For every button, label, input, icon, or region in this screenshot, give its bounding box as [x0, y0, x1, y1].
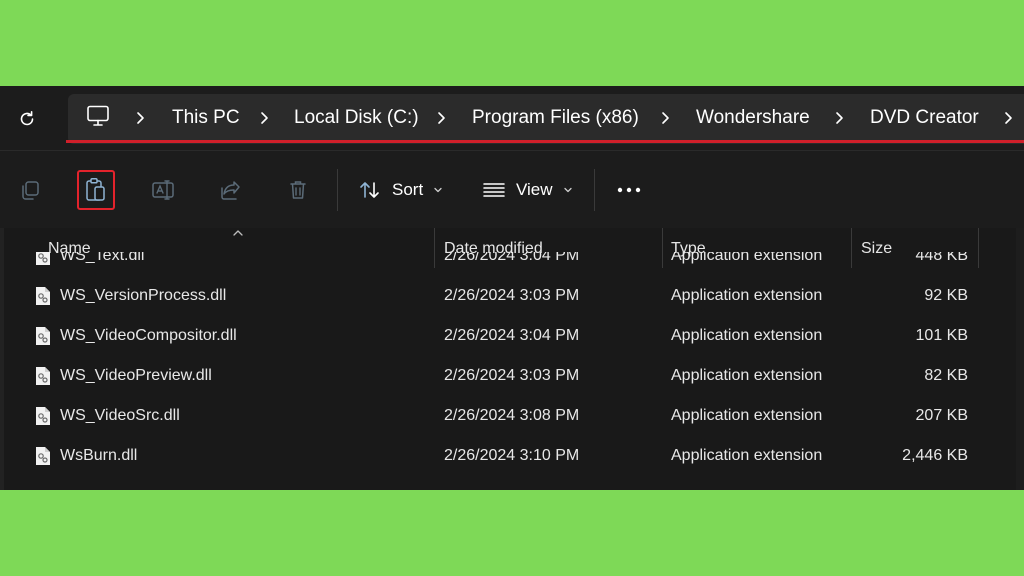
delete-icon [290, 181, 306, 199]
rename-button[interactable] [144, 170, 184, 210]
dll-file-icon [36, 367, 50, 385]
chevron-right-icon[interactable] [1001, 108, 1015, 128]
view-button[interactable]: View [482, 173, 573, 207]
file-date-modified: 2/26/2024 3:08 PM [444, 407, 580, 424]
file-type: Application extension [671, 447, 823, 464]
file-date-modified: 2/26/2024 3:03 PM [444, 367, 580, 384]
toolbar-separator [594, 169, 595, 211]
table-row[interactable]: WS_VideoSrc.dll 2/26/2024 3:08 PM Applic… [0, 396, 1024, 436]
file-name: WS_VideoSrc.dll [60, 407, 180, 424]
copy-button[interactable] [10, 170, 50, 210]
dll-file-icon [36, 407, 50, 425]
view-icon [483, 183, 505, 197]
chevron-right-icon[interactable] [434, 108, 448, 128]
file-date-modified: 2/26/2024 3:03 PM [444, 287, 580, 304]
delete-button[interactable] [278, 170, 318, 210]
file-type: Application extension [671, 367, 823, 384]
paste-highlight-box [77, 170, 115, 210]
sort-icon [360, 182, 379, 198]
more-options-button[interactable] [614, 173, 644, 207]
breadcrumb-wondershare[interactable]: Wondershare [696, 106, 810, 130]
sort-button[interactable]: Sort [358, 173, 443, 207]
breadcrumb-this-pc[interactable]: This PC [172, 106, 240, 130]
sort-label: Sort [392, 180, 424, 199]
file-date-modified: 2/26/2024 3:04 PM [444, 327, 580, 344]
table-row[interactable]: WS_VersionProcess.dll 2/26/2024 3:03 PM … [0, 276, 1024, 316]
chevron-right-icon[interactable] [257, 108, 271, 128]
file-date-modified: 2/26/2024 3:04 PM [444, 252, 580, 264]
file-size: 448 KB [915, 252, 968, 264]
file-type: Application extension [671, 327, 823, 344]
share-icon [221, 181, 240, 200]
dll-file-icon [36, 287, 50, 305]
file-name: WS_VersionProcess.dll [60, 287, 227, 304]
file-list: Name Date modified Type Size WS_Text.dll… [0, 228, 1024, 490]
breadcrumb-program-files[interactable]: Program Files (x86) [472, 106, 639, 130]
this-pc-icon [86, 105, 110, 127]
sort-ascending-indicator [233, 230, 243, 236]
rename-icon [152, 180, 174, 200]
share-button[interactable] [211, 170, 251, 210]
chevron-down-icon [434, 187, 442, 193]
table-row[interactable]: WS_VideoCompositor.dll 2/26/2024 3:04 PM… [0, 316, 1024, 356]
address-row: This PC Local Disk (C:) Program Files (x… [0, 86, 1024, 150]
breadcrumb-dvd-creator[interactable]: DVD Creator [870, 106, 979, 130]
more-icon [617, 187, 641, 193]
copy-icon [22, 181, 39, 200]
file-size: 101 KB [915, 327, 968, 344]
file-name: WsBurn.dll [60, 447, 138, 464]
file-name: WS_Text.dll [60, 252, 145, 264]
command-bar: Sort View [0, 150, 1024, 229]
dll-file-icon [36, 447, 50, 465]
toolbar-separator [337, 169, 338, 211]
breadcrumb-local-disk[interactable]: Local Disk (C:) [294, 106, 419, 130]
file-rows: WS_Text.dll 2/26/2024 3:04 PM Applicatio… [0, 252, 1024, 490]
chevron-down-icon [563, 187, 572, 193]
refresh-button[interactable] [14, 106, 40, 132]
table-row[interactable]: WS_Text.dll 2/26/2024 3:04 PM Applicatio… [0, 252, 1024, 276]
file-name: WS_VideoPreview.dll [60, 367, 212, 384]
chevron-right-icon[interactable] [658, 108, 672, 128]
refresh-icon [20, 111, 34, 126]
view-label: View [516, 180, 553, 199]
file-date-modified: 2/26/2024 3:10 PM [444, 447, 580, 464]
file-size: 2,446 KB [902, 447, 968, 464]
chevron-right-icon[interactable] [832, 108, 846, 128]
file-size: 92 KB [924, 287, 968, 304]
file-type: Application extension [671, 287, 823, 304]
table-row[interactable]: WsBurn.dll 2/26/2024 3:10 PM Application… [0, 436, 1024, 476]
file-size: 82 KB [924, 367, 968, 384]
address-highlight-underline [66, 140, 1024, 143]
table-row[interactable]: WS_VideoPreview.dll 2/26/2024 3:03 PM Ap… [0, 356, 1024, 396]
dll-file-icon [36, 252, 50, 265]
file-type: Application extension [671, 252, 823, 264]
file-explorer-window: This PC Local Disk (C:) Program Files (x… [0, 86, 1024, 490]
dll-file-icon [36, 327, 50, 345]
file-type: Application extension [671, 407, 823, 424]
vertical-scrollbar[interactable] [1016, 228, 1024, 490]
file-name: WS_VideoCompositor.dll [60, 327, 237, 344]
file-size: 207 KB [915, 407, 968, 424]
chevron-right-icon[interactable] [133, 108, 147, 128]
